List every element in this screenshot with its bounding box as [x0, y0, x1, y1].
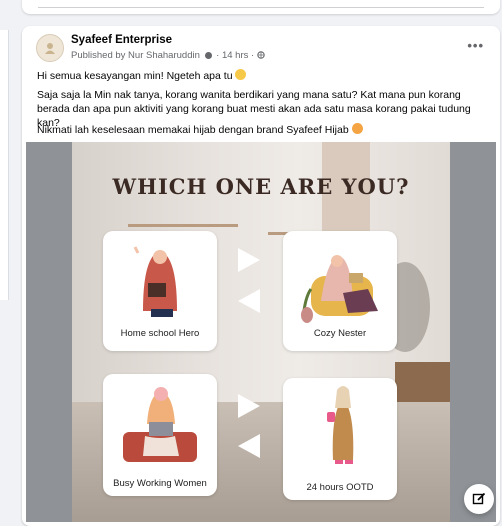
globe-icon	[257, 51, 265, 59]
previous-post-card	[22, 0, 500, 14]
poster-shelf	[128, 224, 238, 227]
hijab-woman-reading-icon	[133, 246, 177, 317]
post-card: Syafeef Enterprise Published by Nur Shah…	[22, 26, 500, 526]
smile-emoji-icon	[235, 69, 247, 80]
arrow-right-icon	[238, 394, 260, 418]
arrow-left-icon	[238, 434, 260, 458]
post-text-closing: Nikmati lah keselesaan memakai hijab den…	[37, 123, 487, 137]
divider	[38, 7, 484, 8]
left-panel-edge	[0, 30, 9, 300]
page-name-link[interactable]: Syafeef Enterprise	[71, 34, 172, 46]
option-card-busy-working-women: Busy Working Women	[103, 374, 217, 496]
info-icon	[204, 52, 212, 59]
hijab-woman-standing-icon	[327, 386, 354, 464]
page-avatar-icon[interactable]	[36, 34, 64, 62]
option-card-24-hours-ootd: 24 hours OOTD	[283, 378, 397, 500]
more-options-icon[interactable]: •••	[467, 38, 484, 53]
poster-title: WHICH ONE ARE YOU?	[112, 174, 410, 199]
hijab-woman-sofa-icon	[301, 255, 378, 323]
poster: WHICH ONE ARE YOU? Home school Hero Cozy…	[72, 142, 450, 522]
option-label: Cozy Nester	[313, 328, 367, 339]
hug-emoji-icon	[351, 123, 363, 134]
author-link[interactable]: Nur Shaharuddin	[128, 50, 200, 61]
option-label: Home school Hero	[120, 328, 200, 339]
option-label: 24 hours OOTD	[306, 482, 374, 493]
post-image[interactable]: WHICH ONE ARE YOU? Home school Hero Cozy…	[26, 142, 496, 522]
option-card-cozy-nester: Cozy Nester	[283, 231, 397, 351]
edit-compose-icon[interactable]	[464, 484, 494, 514]
arrow-left-icon	[238, 289, 260, 313]
post-text-greeting: Hi semua kesayangan min! Ngeteh apa tu	[37, 69, 487, 83]
hijab-woman-laptop-icon	[123, 387, 197, 462]
option-card-home-school-hero: Home school Hero	[103, 231, 217, 351]
option-label: Busy Working Women	[113, 478, 207, 489]
post-text-closing-content: Nikmati lah keselesaan memakai hijab den…	[37, 124, 349, 136]
post-text-greeting-content: Hi semua kesayangan min! Ngeteh apa tu	[37, 70, 233, 82]
published-prefix: Published by	[71, 50, 129, 61]
post-meta: Published by Nur Shaharuddin · 14 hrs ·	[71, 50, 265, 61]
arrow-right-icon	[238, 248, 260, 272]
timestamp-link[interactable]: 14 hrs	[222, 50, 248, 61]
